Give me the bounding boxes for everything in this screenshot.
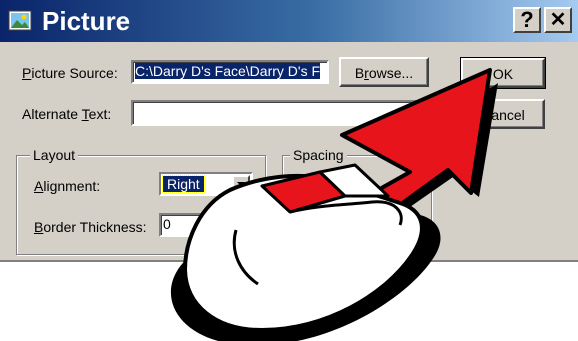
mouse-arrow-illustration — [171, 68, 498, 341]
